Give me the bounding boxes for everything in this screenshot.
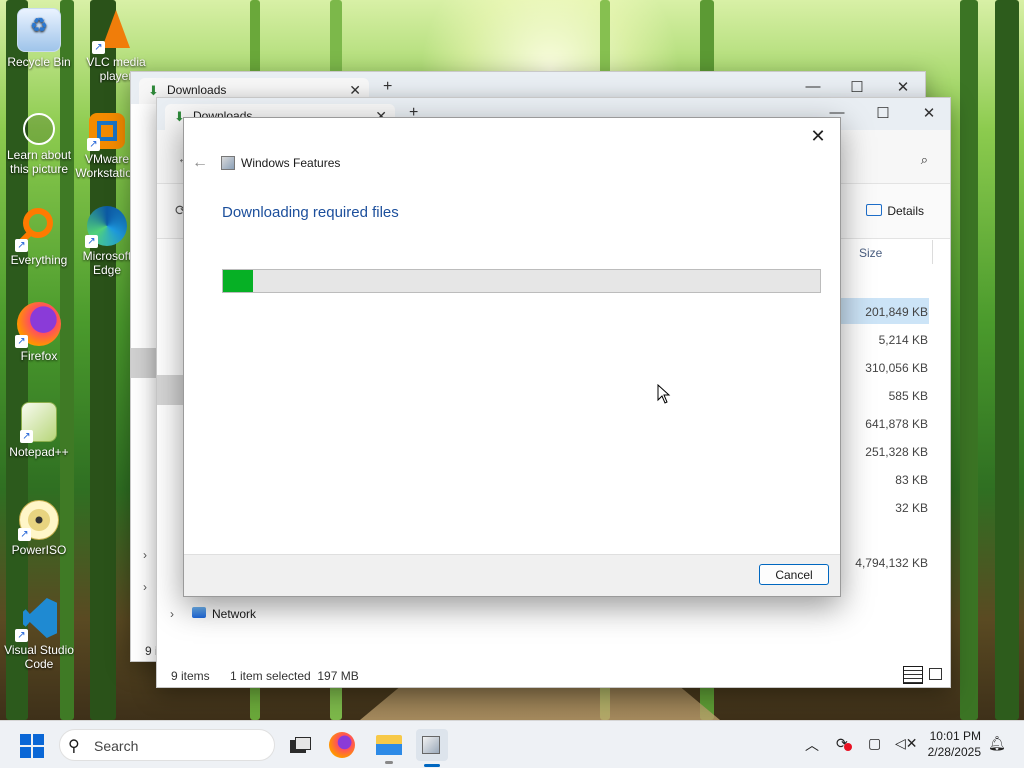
cancel-button[interactable]: Cancel bbox=[759, 564, 829, 585]
details-view-icon[interactable] bbox=[903, 666, 923, 684]
task-view-icon[interactable] bbox=[285, 729, 317, 761]
file-size: 32 KB bbox=[895, 501, 928, 515]
clock-date: 2/28/2025 bbox=[927, 745, 981, 759]
desktop-icon-notepadpp[interactable]: ↗ Notepad++ bbox=[0, 402, 78, 459]
windows-features-dialog[interactable]: ✕ ← Windows Features Downloading require… bbox=[183, 117, 841, 597]
windows-features-icon bbox=[221, 156, 235, 170]
shortcut-arrow-icon: ↗ bbox=[18, 528, 31, 541]
shortcut-arrow-icon: ↗ bbox=[15, 335, 28, 348]
back-arrow-icon[interactable]: ← bbox=[192, 154, 208, 172]
edge-icon: ↗ bbox=[85, 206, 127, 248]
status-item-count: 9 items bbox=[171, 669, 210, 683]
shortcut-arrow-icon: ↗ bbox=[15, 629, 28, 642]
network-status-icon[interactable]: ▢ bbox=[868, 735, 881, 752]
nav-selected-row bbox=[157, 375, 185, 405]
shortcut-arrow-icon: ↗ bbox=[85, 235, 98, 248]
shortcut-arrow-icon: ↗ bbox=[92, 41, 105, 54]
tiles-view-icon[interactable] bbox=[929, 668, 942, 680]
windows-logo-icon bbox=[33, 734, 44, 745]
file-size: 83 KB bbox=[895, 473, 928, 487]
windows-logo-icon bbox=[20, 734, 31, 745]
recycle-bin-icon: ♻ bbox=[17, 8, 61, 52]
search-icon: ⚲ bbox=[68, 738, 80, 755]
taskbar-search[interactable]: ⚲ Search bbox=[59, 729, 275, 761]
desktop-icon-label: Visual Studio Code bbox=[4, 643, 74, 671]
clock-time: 10:01 PM bbox=[929, 729, 981, 743]
firefox-icon: ↗ bbox=[15, 302, 61, 348]
tab-title: Downloads bbox=[167, 83, 227, 97]
progress-bar-fill bbox=[223, 270, 253, 292]
shortcut-arrow-icon: ↗ bbox=[87, 138, 100, 151]
column-divider bbox=[932, 240, 933, 264]
minimize-button[interactable]: — bbox=[799, 78, 827, 95]
desktop-icon-firefox[interactable]: ↗ Firefox bbox=[0, 302, 78, 363]
close-window-button[interactable]: ✕ bbox=[915, 104, 943, 122]
file-size: 201,849 KB bbox=[865, 305, 928, 319]
start-button[interactable] bbox=[20, 734, 44, 758]
desktop-icon-label: PowerISO bbox=[11, 543, 67, 557]
new-tab-button[interactable]: + bbox=[383, 78, 392, 96]
vlc-icon: ↗ bbox=[92, 8, 138, 54]
taskbar: ⚲ Search ︿ ⟳ ▢ ◁✕ 10:01 PM 2/28/2025 🔔︎ bbox=[0, 720, 1024, 768]
mouse-cursor bbox=[657, 384, 671, 404]
file-size: 251,328 KB bbox=[865, 445, 928, 459]
windows-logo-icon bbox=[33, 747, 44, 758]
bamboo-stalk bbox=[90, 0, 116, 720]
bamboo-stalk bbox=[995, 0, 1019, 720]
everything-icon: ↗ bbox=[15, 206, 61, 252]
maximize-button[interactable]: ☐ bbox=[843, 78, 871, 96]
sync-icon[interactable]: ⟳ bbox=[836, 735, 852, 752]
details-pane-icon[interactable] bbox=[866, 204, 882, 216]
desktop-icon-learn[interactable]: Learn about this picture bbox=[0, 113, 78, 176]
file-size: 641,878 KB bbox=[865, 417, 928, 431]
vmware-icon: ↗ bbox=[87, 113, 125, 151]
vscode-icon: ↗ bbox=[15, 596, 61, 642]
search-icon[interactable]: ⌕ bbox=[921, 152, 928, 168]
bamboo-stalk bbox=[960, 0, 978, 720]
size-column-header[interactable]: Size bbox=[859, 246, 882, 260]
status-selection: 1 item selected 197 MB bbox=[230, 669, 359, 683]
network-icon bbox=[192, 607, 206, 618]
file-explorer-taskbar-icon[interactable] bbox=[373, 729, 405, 764]
maximize-button[interactable]: ☐ bbox=[869, 104, 897, 122]
volume-muted-icon[interactable]: ◁✕ bbox=[895, 735, 918, 752]
poweriso-icon: ↗ bbox=[18, 500, 59, 541]
desktop-icon-poweriso[interactable]: ↗ PowerISO bbox=[0, 500, 78, 557]
dialog-footer: Cancel bbox=[184, 554, 840, 596]
dialog-title: Windows Features bbox=[241, 156, 341, 170]
firefox-taskbar-icon[interactable] bbox=[329, 732, 355, 758]
search-label: Search bbox=[94, 738, 139, 754]
status-bar: 9 items 1 item selected 197 MB bbox=[157, 663, 950, 687]
nav-item-network[interactable]: Network bbox=[212, 607, 256, 621]
notification-bell-icon[interactable]: 🔔︎ bbox=[988, 735, 1006, 752]
taskbar-clock[interactable]: 10:01 PM 2/28/2025 bbox=[928, 728, 981, 760]
expand-chevron-icon[interactable]: › bbox=[143, 580, 147, 594]
close-window-button[interactable]: ✕ bbox=[889, 78, 917, 96]
progress-bar bbox=[222, 269, 821, 293]
expand-chevron-icon[interactable]: › bbox=[170, 607, 174, 621]
file-size: 5,214 KB bbox=[878, 333, 928, 347]
windows-features-taskbar-icon[interactable] bbox=[416, 729, 448, 767]
desktop-icon-vscode[interactable]: ↗ Visual Studio Code bbox=[0, 596, 78, 671]
dialog-close-button[interactable]: ✕ bbox=[804, 122, 832, 150]
desktop-icon-label: Everything bbox=[10, 253, 68, 267]
shortcut-arrow-icon: ↗ bbox=[20, 430, 33, 443]
desktop-icon-label: Firefox bbox=[20, 349, 58, 363]
desktop-icon-label: Notepad++ bbox=[9, 445, 69, 459]
details-button[interactable]: Details bbox=[887, 204, 924, 218]
desktop-icon-recycle-bin[interactable]: ♻ Recycle Bin bbox=[0, 8, 78, 69]
desktop-icon-everything[interactable]: ↗ Everything bbox=[0, 206, 78, 267]
notepadpp-icon: ↗ bbox=[20, 402, 57, 443]
dialog-heading: Downloading required files bbox=[222, 204, 399, 221]
desktop-icon-label: Learn about this picture bbox=[6, 148, 72, 176]
windows-logo-icon bbox=[20, 747, 31, 758]
learn-icon bbox=[23, 113, 55, 145]
shortcut-arrow-icon: ↗ bbox=[15, 239, 28, 252]
show-hidden-icons-chevron[interactable]: ︿ bbox=[805, 735, 819, 755]
expand-chevron-icon[interactable]: › bbox=[143, 548, 147, 562]
file-size: 585 KB bbox=[888, 389, 928, 403]
desktop-icon-label: Recycle Bin bbox=[7, 55, 71, 69]
file-size: 310,056 KB bbox=[865, 361, 928, 375]
